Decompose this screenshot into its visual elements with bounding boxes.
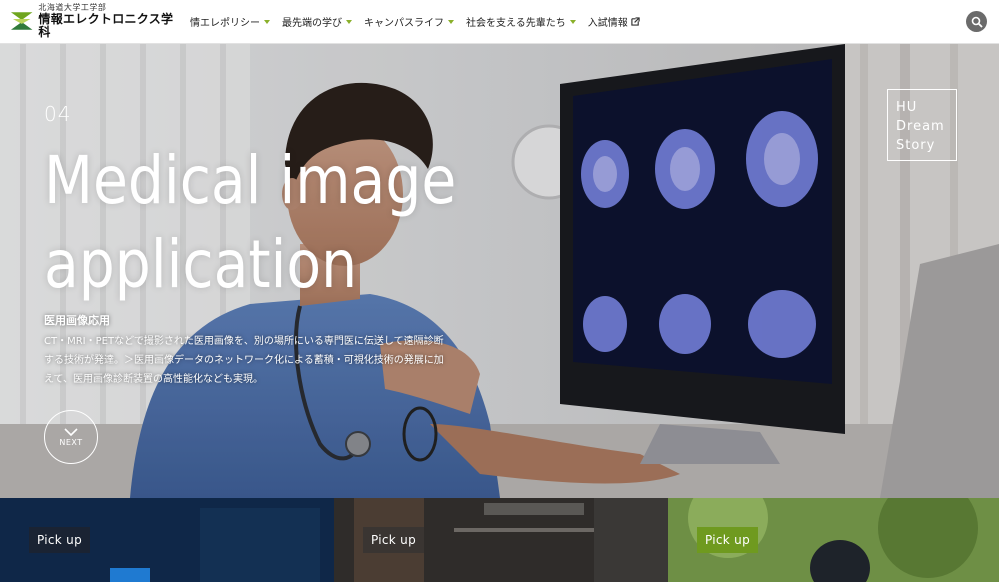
hero-slide: 04 Medical image application 医用画像応用 CT・M… [0,44,999,498]
site-logo[interactable]: 北海道大学工学部 情報エレクトロニクス学科 [10,3,182,39]
next-slide-button[interactable]: NEXT [44,410,98,464]
slide-title-line: Medical image [44,142,457,219]
nav-item-label: キャンパスライフ [364,18,444,29]
slide-number: 04 [44,102,72,126]
slide-subtitle: 医用画像応用 [44,314,110,327]
slide-title-line: application [44,226,358,303]
slide-description: CT・MRI・PETなどで撮影された医用画像を、別の場所にいる専門医に伝送して遠… [44,336,444,385]
search-icon [971,16,983,28]
next-label: NEXT [59,437,83,447]
pickup-tag: Pick up [363,527,424,553]
pickup-card[interactable]: Pick up [0,498,334,582]
dream-story-line: HU [896,100,918,115]
site-header: 北海道大学工学部 情報エレクトロニクス学科 情エレポリシー 最先端の学び キャン… [0,0,999,44]
caret-down-icon [448,19,454,24]
nav-item-admissions[interactable]: 入試情報 [588,14,640,29]
dream-story-link[interactable]: HU Dream Story [887,89,957,161]
caret-down-icon [264,19,270,24]
caret-down-icon [569,19,576,24]
nav-item-label: 情エレポリシー [190,18,260,29]
nav-item-label: 最先端の学び [282,18,342,29]
pickup-row: Pick up Pick up Pick up [0,498,999,582]
pickup-card[interactable]: Pick up [668,498,999,582]
caret-down-icon [346,19,352,24]
slide-title: Medical image application [44,139,457,307]
main-nav: 情エレポリシー 最先端の学び キャンパスライフ 社会を支える先輩たち 入試情報 [190,14,652,29]
pickup-card[interactable]: Pick up [334,498,668,582]
chevron-down-icon [64,427,78,436]
nav-item-label: 社会を支える先輩たち [466,18,566,29]
nav-item-learning[interactable]: 最先端の学び [282,14,352,29]
search-button[interactable] [966,11,987,32]
nav-item-campus-life[interactable]: キャンパスライフ [364,14,454,29]
external-link-icon [631,17,640,26]
pickup-tag: Pick up [697,527,758,553]
dream-story-line: Story [896,138,936,153]
logo-title: 情報エレクトロニクス学科 [38,11,174,39]
nav-item-label: 入試情報 [587,18,628,29]
dream-story-line: Dream [896,119,945,134]
nav-item-policy[interactable]: 情エレポリシー [190,14,270,29]
nav-item-alumni[interactable]: 社会を支える先輩たち [466,14,576,29]
pickup-tag: Pick up [29,527,90,553]
logo-mark-icon [10,12,33,31]
